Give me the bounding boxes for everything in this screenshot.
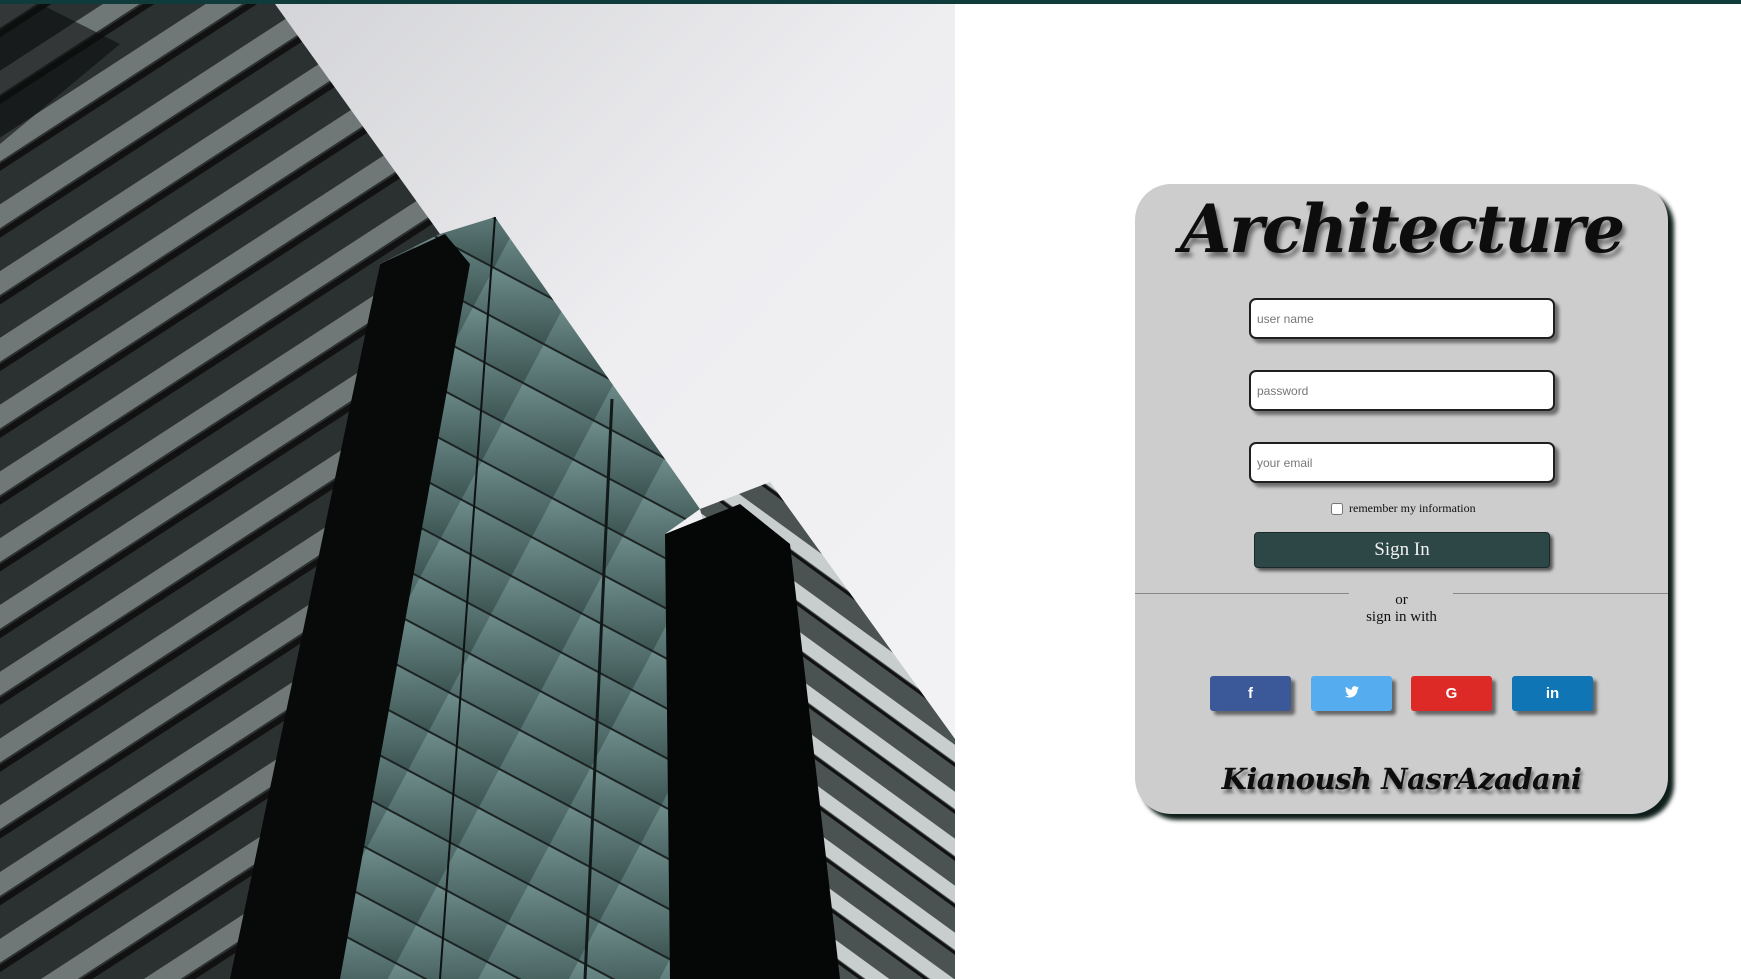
remember-row[interactable]: remember my information bbox=[1331, 501, 1476, 516]
google-icon: G bbox=[1445, 685, 1458, 702]
remember-checkbox[interactable] bbox=[1331, 502, 1343, 515]
twitter-icon bbox=[1344, 685, 1359, 702]
password-input[interactable] bbox=[1249, 370, 1555, 411]
google-button[interactable]: G bbox=[1411, 676, 1492, 711]
sign-in-button[interactable]: Sign In bbox=[1254, 532, 1550, 568]
twitter-button[interactable] bbox=[1311, 676, 1392, 711]
author-signature: Kianoush NasrAzadani bbox=[1221, 762, 1582, 796]
or-text: or bbox=[1395, 592, 1408, 608]
username-input[interactable] bbox=[1249, 298, 1555, 339]
email-input[interactable] bbox=[1249, 442, 1555, 483]
linkedin-icon: in bbox=[1545, 685, 1560, 702]
hero-building-photo bbox=[0, 4, 955, 979]
facebook-icon: f bbox=[1248, 685, 1253, 702]
facebook-button[interactable]: f bbox=[1210, 676, 1291, 711]
remember-label: remember my information bbox=[1349, 501, 1476, 515]
brand-title: Architecture bbox=[1179, 190, 1625, 268]
sign-in-with-text: sign in with bbox=[1366, 609, 1437, 625]
login-card: Architecture remember my information Sig… bbox=[1135, 184, 1668, 814]
linkedin-button[interactable]: in bbox=[1512, 676, 1593, 711]
